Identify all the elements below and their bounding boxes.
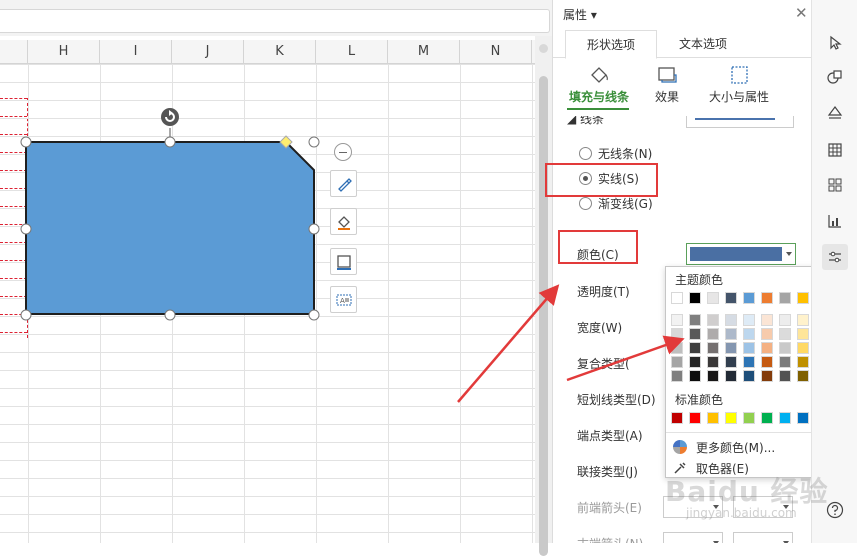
annotation-arrows bbox=[457, 284, 685, 403]
baidu-watermark-url: jingyan.baidu.com bbox=[686, 506, 797, 520]
arrow-to-color-grid bbox=[566, 335, 685, 382]
baidu-watermark: Baidu 经验 bbox=[665, 475, 829, 508]
arrow-to-color-label bbox=[457, 284, 560, 403]
